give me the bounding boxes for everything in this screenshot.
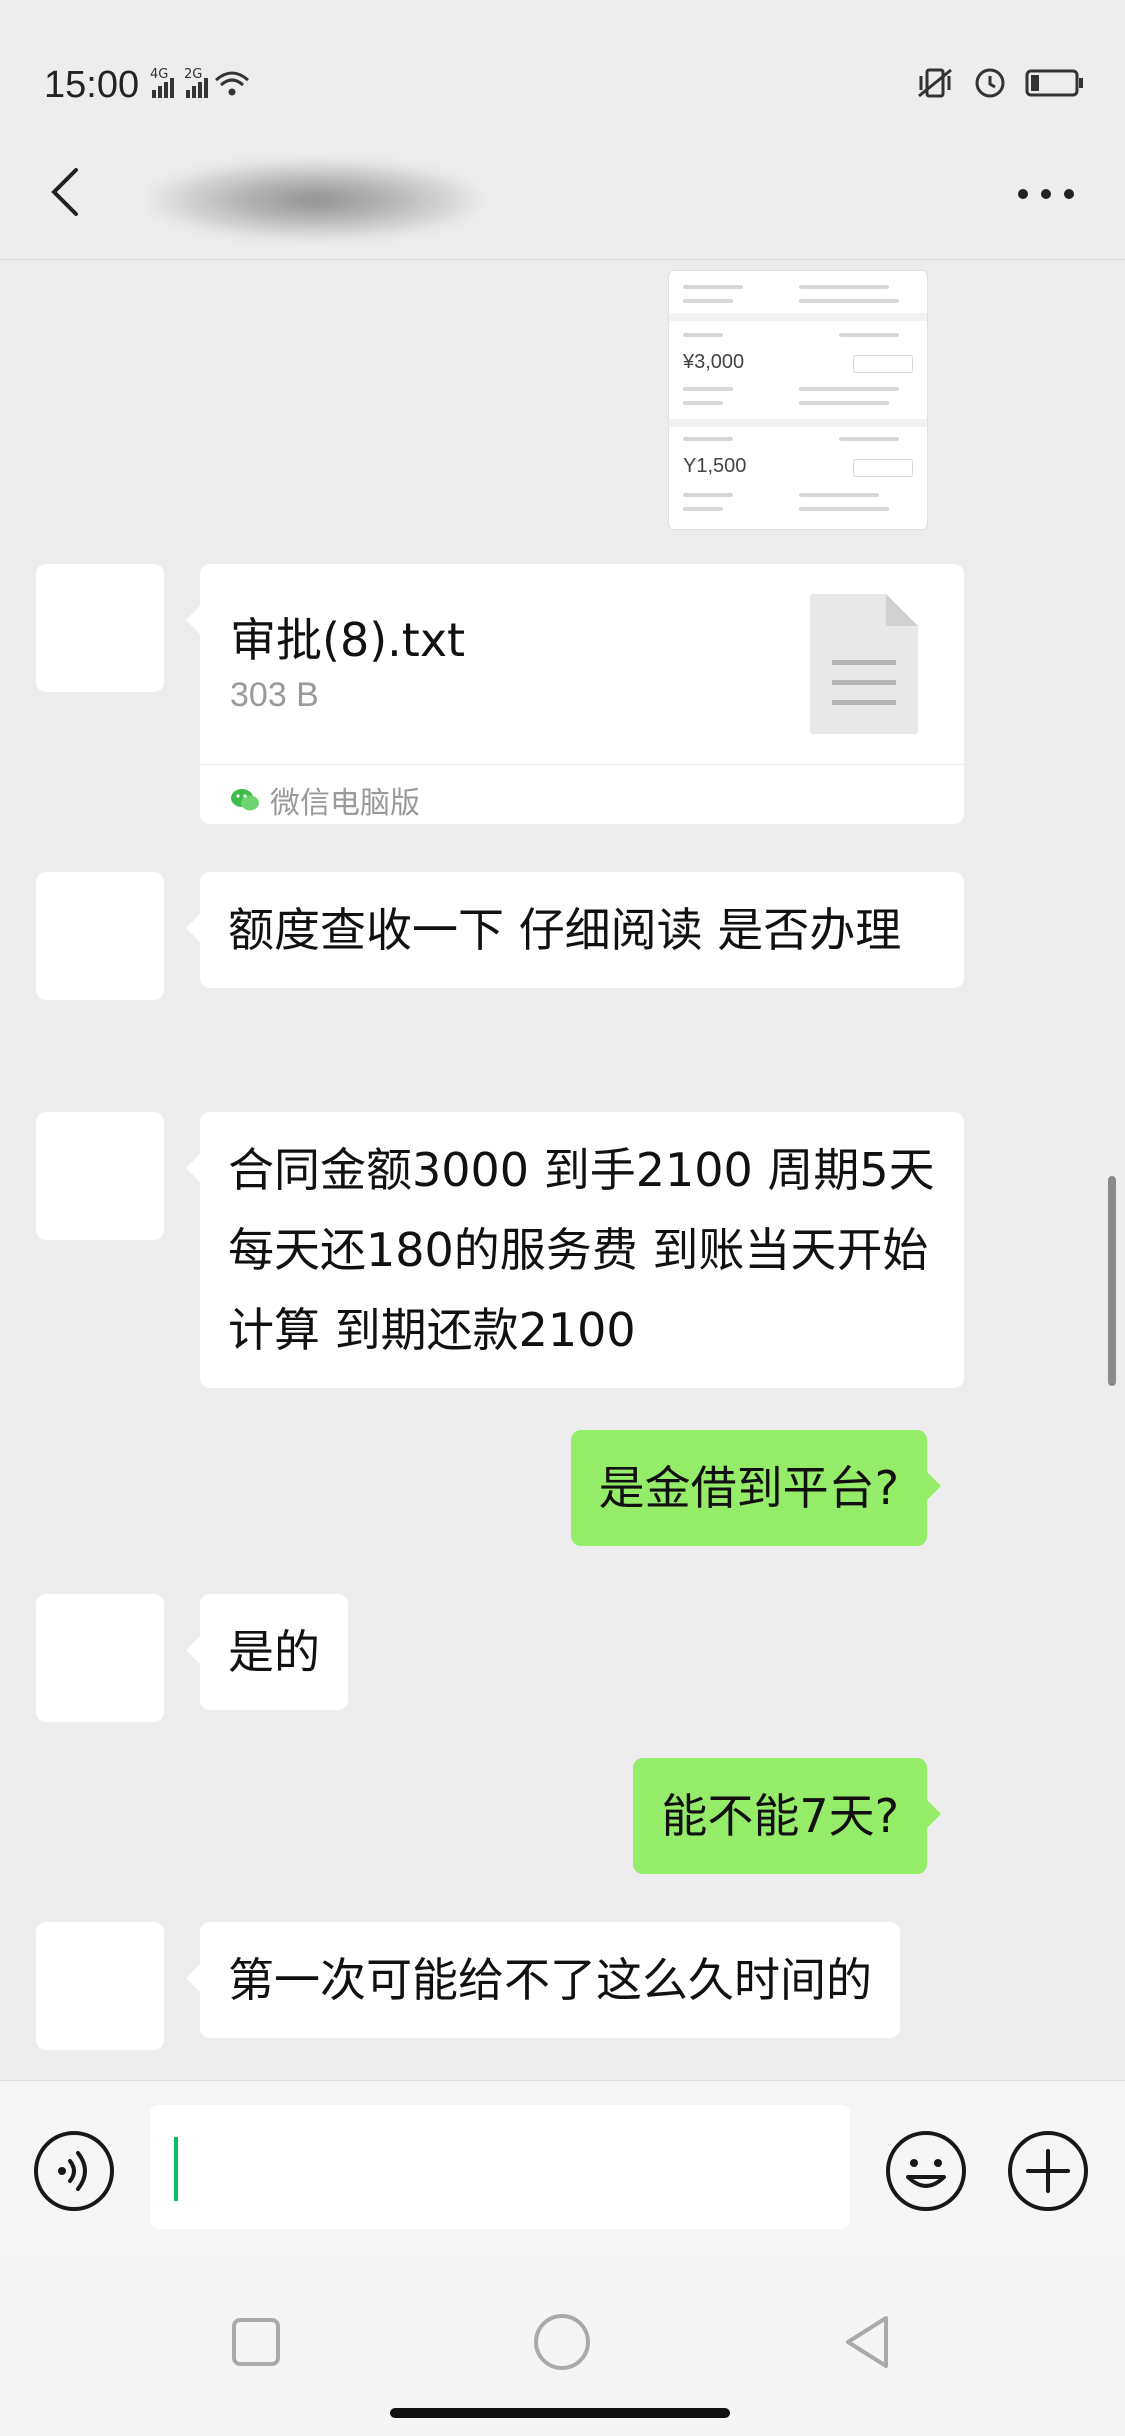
status-time: 15:00 bbox=[44, 64, 140, 106]
message-bubble-received[interactable]: 额度查收一下 仔细阅读 是否办理 bbox=[186, 872, 964, 988]
avatar[interactable] bbox=[36, 1922, 164, 2050]
alarm-icon bbox=[975, 68, 1005, 98]
chat-header bbox=[0, 130, 1125, 260]
emoji-icon[interactable] bbox=[884, 2129, 968, 2213]
back-nav-icon[interactable] bbox=[838, 2312, 898, 2372]
status-bar: 15:00 4G 2G bbox=[0, 0, 1125, 120]
avatar[interactable] bbox=[36, 872, 164, 1000]
message-bubble-sent[interactable]: 能不能7天? bbox=[633, 1758, 941, 1874]
file-source-label: 微信电脑版 bbox=[270, 786, 420, 821]
chat-messages[interactable]: ¥3,000 Y1,500 审批(8).txt 303 B 微信电脑版 额度查收… bbox=[0, 260, 1125, 2080]
document-icon bbox=[810, 594, 918, 734]
wechat-icon bbox=[231, 789, 259, 811]
vibrate-icon bbox=[918, 68, 952, 98]
network-label-1: 4G bbox=[150, 67, 168, 82]
file-message[interactable]: 审批(8).txt 303 B 微信电脑版 bbox=[186, 564, 964, 824]
message-input[interactable] bbox=[150, 2105, 850, 2229]
voice-icon[interactable] bbox=[32, 2129, 116, 2213]
more-horizontal-icon[interactable] bbox=[1011, 174, 1081, 214]
home-icon[interactable] bbox=[532, 2312, 592, 2372]
file-name: 审批(8).txt bbox=[230, 613, 466, 667]
file-size: 303 B bbox=[230, 676, 319, 714]
text-caret bbox=[174, 2137, 178, 2201]
message-bubble-received[interactable]: 第一次可能给不了这么久时间的 bbox=[186, 1922, 900, 2038]
scrollbar[interactable] bbox=[1108, 1176, 1116, 1386]
image-message[interactable]: ¥3,000 Y1,500 bbox=[668, 270, 928, 530]
signal-icon: 4G 2G bbox=[150, 67, 249, 98]
file-source: 微信电脑版 bbox=[230, 778, 420, 822]
message-bubble-sent[interactable]: 是金借到平台? bbox=[570, 1430, 942, 1546]
home-indicator bbox=[390, 2408, 730, 2418]
chevron-left-icon[interactable] bbox=[40, 162, 90, 222]
recent-apps-icon[interactable] bbox=[226, 2312, 286, 2372]
battery-icon bbox=[1025, 69, 1083, 97]
message-bubble-received[interactable]: 是的 bbox=[186, 1594, 348, 1710]
message-bubble-received[interactable]: 合同金额3000 到手2100 周期5天 每天还180的服务费 到账当天开始计算… bbox=[186, 1112, 964, 1388]
file-divider bbox=[200, 764, 964, 765]
status-icons bbox=[915, 66, 1085, 100]
input-bar bbox=[0, 2080, 1125, 2254]
avatar[interactable] bbox=[36, 1112, 164, 1240]
system-nav-bar bbox=[0, 2254, 1125, 2436]
network-label-2: 2G bbox=[184, 67, 202, 82]
avatar[interactable] bbox=[36, 564, 164, 692]
contact-name bbox=[150, 160, 480, 240]
avatar[interactable] bbox=[36, 1594, 164, 1722]
plus-icon[interactable] bbox=[1006, 2129, 1090, 2213]
